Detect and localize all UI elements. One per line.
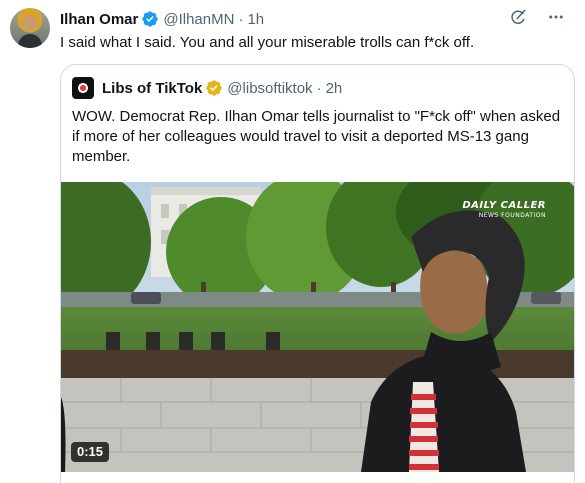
quote-author-avatar[interactable] bbox=[72, 77, 94, 99]
watermark-line2: NEWS FOUNDATION bbox=[478, 212, 546, 219]
quote-text: WOW. Democrat Rep. Ilhan Omar tells jour… bbox=[72, 108, 561, 165]
more-icon[interactable] bbox=[547, 8, 565, 26]
quote-header: Libs of TikTok @libsoftiktok · 2h bbox=[72, 77, 342, 99]
video-duration: 0:15 bbox=[71, 442, 110, 462]
video-frame bbox=[61, 182, 574, 472]
separator-dot: · bbox=[316, 79, 322, 97]
video-player[interactable]: DAILY CALLER NEWS FOUNDATION 0:15 bbox=[61, 182, 574, 472]
quote-author-name[interactable]: Libs of TikTok bbox=[102, 80, 202, 97]
watermark-line1: DAILY CALLER bbox=[462, 200, 546, 211]
author-name[interactable]: Ilhan Omar bbox=[60, 11, 138, 28]
separator-dot: · bbox=[238, 10, 244, 28]
tweet-text: I said what I said. You and all your mis… bbox=[60, 34, 475, 51]
quote-author-handle[interactable]: @libsoftiktok bbox=[227, 80, 312, 97]
quote-time[interactable]: 2h bbox=[326, 80, 343, 97]
verified-badge-icon bbox=[142, 11, 159, 27]
grok-icon[interactable] bbox=[509, 8, 527, 26]
video-watermark: DAILY CALLER NEWS FOUNDATION bbox=[462, 200, 546, 219]
quoted-tweet[interactable]: Libs of TikTok @libsoftiktok · 2h WOW. D… bbox=[60, 64, 575, 483]
tweet-actions-top bbox=[509, 8, 565, 26]
author-avatar[interactable] bbox=[10, 8, 50, 48]
tweet-time[interactable]: 1h bbox=[247, 11, 264, 28]
tweet[interactable]: Ilhan Omar @IlhanMN · 1h I said what I s… bbox=[0, 0, 585, 483]
verified-badge-icon bbox=[206, 80, 222, 96]
tweet-header: Ilhan Omar @IlhanMN · 1h bbox=[60, 9, 264, 29]
author-handle[interactable]: @IlhanMN bbox=[163, 11, 234, 28]
